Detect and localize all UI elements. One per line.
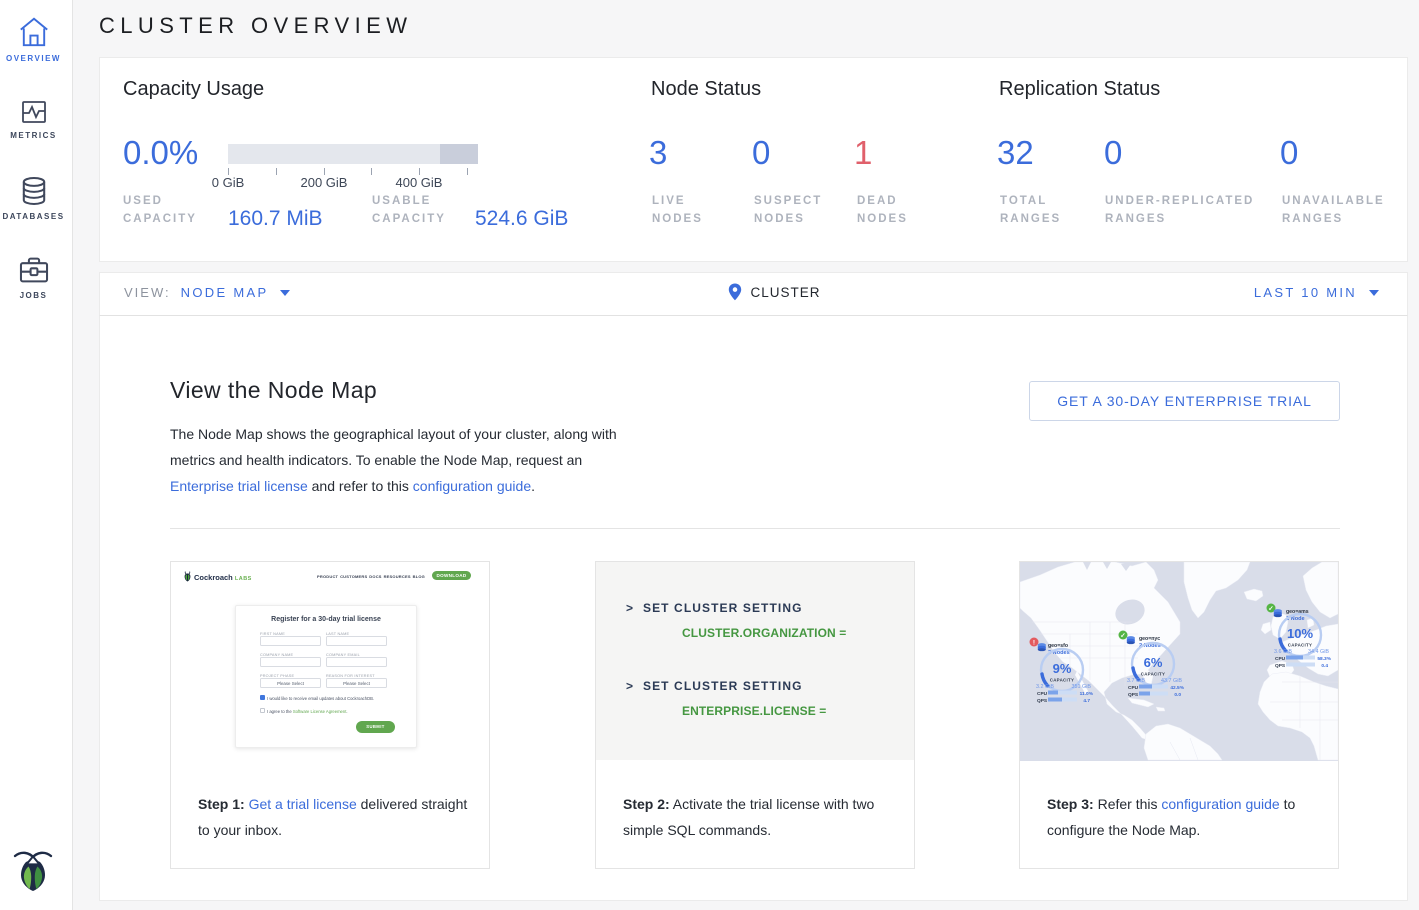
svg-text:0.4: 0.4	[1321, 663, 1328, 669]
svg-text:0.0: 0.0	[1174, 692, 1181, 698]
svg-text:geo=nyc: geo=nyc	[1139, 636, 1160, 642]
svg-text:10%: 10%	[1287, 626, 1313, 641]
svg-text:11.0%: 11.0%	[1080, 691, 1094, 697]
svg-text:3.7 GiB: 3.7 GiB	[1127, 678, 1145, 684]
svg-text:CAPACITY: CAPACITY	[1141, 672, 1166, 677]
svg-text:CPU: CPU	[1128, 685, 1139, 691]
svg-text:3.2 GiB: 3.2 GiB	[1036, 684, 1054, 690]
svg-text:3.6 GiB: 3.6 GiB	[1274, 649, 1292, 655]
svg-text:CPU: CPU	[1275, 656, 1286, 662]
svg-text:6%: 6%	[1144, 655, 1163, 670]
svg-text:CAPACITY: CAPACITY	[1050, 678, 1075, 683]
svg-text:QPS: QPS	[1275, 663, 1286, 669]
svg-text:CPU: CPU	[1037, 691, 1048, 697]
svg-text:QPS: QPS	[1128, 692, 1139, 698]
svg-text:351 GiB: 351 GiB	[1072, 684, 1092, 690]
svg-text:CAPACITY: CAPACITY	[1288, 643, 1313, 648]
svg-text:9%: 9%	[1053, 661, 1072, 676]
svg-text:!: !	[1033, 639, 1035, 646]
svg-text:✓: ✓	[1120, 633, 1125, 640]
svg-text:42.5%: 42.5%	[1170, 685, 1184, 691]
svg-text:✓: ✓	[1268, 606, 1273, 613]
svg-text:4.7: 4.7	[1083, 698, 1090, 704]
svg-text:QPS: QPS	[1037, 698, 1048, 704]
svg-text:34.4 GiB: 34.4 GiB	[1308, 649, 1329, 655]
svg-text:58.3%: 58.3%	[1317, 656, 1331, 662]
svg-text:43.7 GiB: 43.7 GiB	[1161, 678, 1182, 684]
